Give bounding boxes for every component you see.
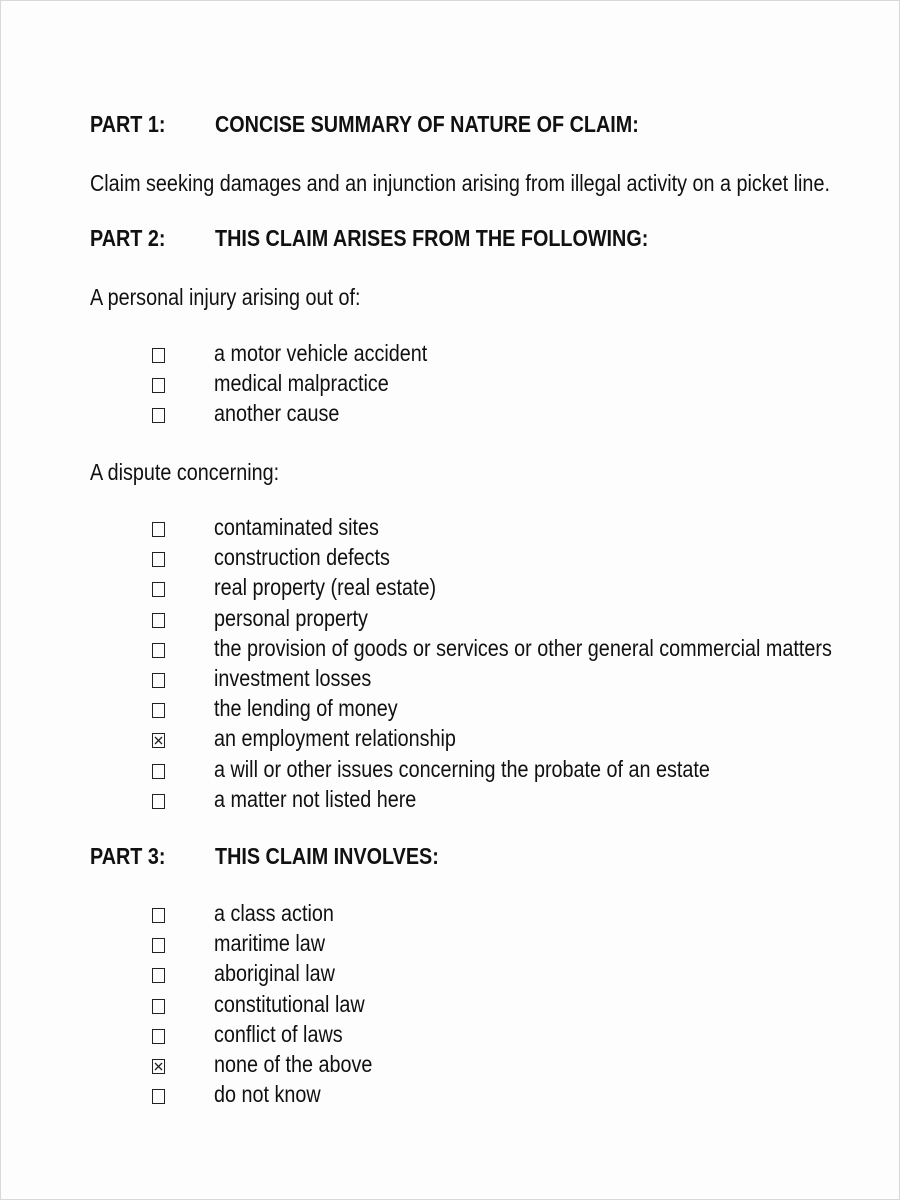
checkbox[interactable] (152, 552, 165, 568)
checkbox-label: contaminated sites (214, 514, 379, 540)
checkbox[interactable] (152, 908, 165, 923)
part-number: PART 3: (90, 843, 166, 869)
dispute-heading: A dispute concerning: (90, 459, 310, 486)
personal-injury-heading: A personal injury arising out of: (90, 284, 405, 311)
checkbox-label: the provision of goods or services or ot… (214, 634, 832, 661)
checkbox-label: a will or other issues concerning the pr… (214, 755, 710, 782)
claim-summary-text: Claim seeking damages and an injunction … (90, 170, 830, 196)
checkbox[interactable] (152, 612, 165, 628)
checkbox-label: none of the above (214, 1051, 373, 1077)
section-heading-text: A dispute concerning: (90, 459, 280, 485)
checkbox-label: an employment relationship (214, 725, 456, 752)
checkbox-label: the lending of money (214, 695, 398, 722)
checkbox[interactable] (152, 408, 165, 423)
checked-checkbox[interactable] (152, 733, 165, 749)
checkbox[interactable] (152, 938, 165, 954)
checkbox-label: conflict of laws (214, 1020, 343, 1047)
checkbox[interactable] (152, 642, 165, 658)
checkbox[interactable] (152, 522, 165, 537)
checkbox-label: investment losses (214, 665, 372, 691)
checkbox[interactable] (152, 378, 165, 393)
part-number: PART 1: (90, 111, 166, 137)
checkbox-label: personal property (214, 604, 368, 631)
part-title: THIS CLAIM INVOLVES: (215, 843, 439, 869)
checkbox-label: real property (real estate) (214, 574, 437, 601)
checkbox[interactable] (152, 703, 165, 719)
checkbox-label: construction defects (214, 544, 390, 571)
x-mark-icon (154, 1062, 163, 1071)
checked-checkbox[interactable] (152, 1059, 165, 1074)
checkbox-label: medical malpractice (214, 370, 389, 396)
checkbox-label: maritime law (214, 930, 326, 957)
checkbox-label: a class action (214, 900, 334, 926)
claim-summary: Claim seeking damages and an injunction … (90, 170, 900, 197)
checkbox[interactable] (152, 348, 165, 363)
part-number: PART 2: (90, 225, 166, 251)
checkbox-label: a matter not listed here (214, 785, 417, 812)
checkbox[interactable] (152, 582, 165, 598)
checkbox[interactable] (152, 673, 165, 688)
part-title: CONCISE SUMMARY OF NATURE OF CLAIM: (215, 111, 639, 137)
checkbox-label: constitutional law (214, 990, 365, 1017)
checkbox[interactable] (152, 1028, 165, 1044)
part-title: THIS CLAIM ARISES FROM THE FOLLOWING: (215, 225, 649, 251)
checkbox-label: do not know (214, 1081, 321, 1108)
checkbox[interactable] (152, 1089, 165, 1105)
checkbox-label: aboriginal law (214, 960, 335, 987)
checkbox-label: a motor vehicle accident (214, 340, 428, 366)
checkbox[interactable] (152, 793, 165, 809)
checkbox[interactable] (152, 998, 165, 1014)
checkbox[interactable] (152, 763, 165, 779)
checkbox-label: another cause (214, 400, 340, 426)
x-mark-icon (154, 736, 163, 745)
checkbox[interactable] (152, 968, 165, 984)
section-heading-text: A personal injury arising out of: (90, 284, 361, 310)
